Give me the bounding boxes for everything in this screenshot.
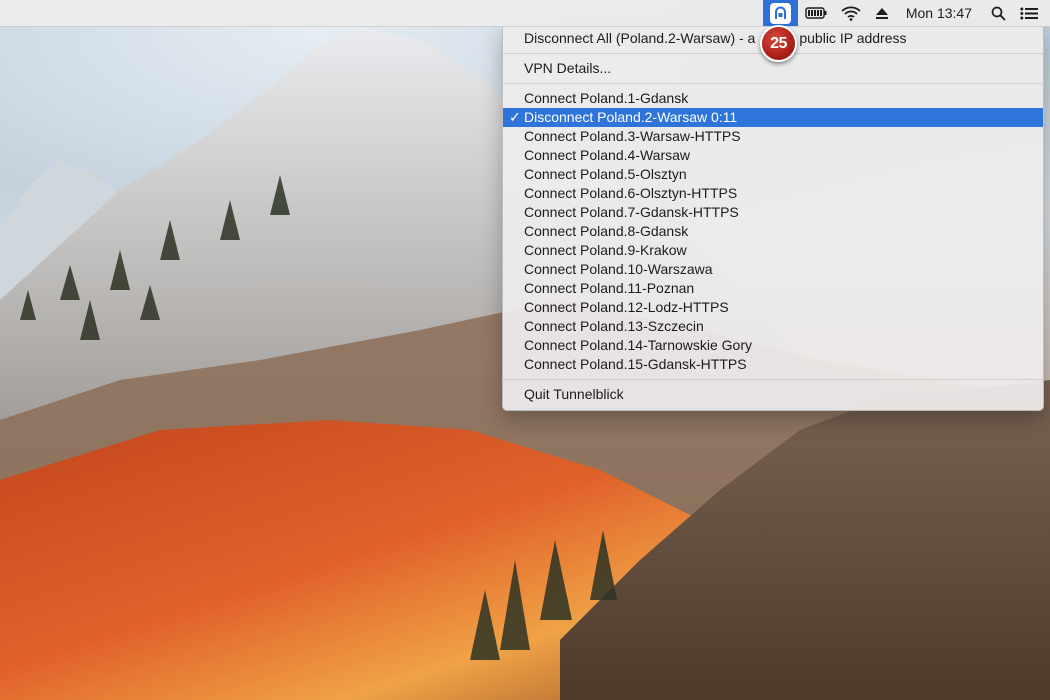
connection-label: Connect Poland.11-Poznan bbox=[524, 280, 695, 296]
menu-separator bbox=[503, 379, 1043, 380]
connection-label: Connect Poland.4-Warsaw bbox=[524, 147, 691, 163]
connection-label: Connect Poland.7-Gdansk-HTTPS bbox=[524, 204, 739, 220]
disconnect-all-label: Disconnect All (Poland.2-Warsaw) - a bbox=[524, 30, 756, 46]
connection-label: Connect Poland.6-Olsztyn-HTTPS bbox=[524, 185, 738, 201]
connection-item[interactable]: Connect Poland.14-Tarnowskie Gory bbox=[503, 336, 1043, 355]
wifi-icon bbox=[841, 6, 861, 21]
connection-item[interactable]: Connect Poland.12-Lodz-HTTPS bbox=[503, 298, 1043, 317]
menu-separator bbox=[503, 83, 1043, 84]
connection-label: Connect Poland.9-Krakow bbox=[524, 242, 687, 258]
connection-item[interactable]: Connect Poland.5-Olsztyn bbox=[503, 165, 1043, 184]
menu-bar: Mon 13:47 bbox=[0, 0, 1050, 27]
eject-menu[interactable] bbox=[868, 0, 896, 26]
battery-icon bbox=[805, 7, 827, 19]
tunnelblick-icon bbox=[769, 2, 791, 24]
spotlight-search-icon bbox=[991, 6, 1006, 21]
connection-label: Connect Poland.13-Szczecin bbox=[524, 318, 704, 334]
tunnelblick-menu-extra[interactable] bbox=[762, 0, 798, 26]
connection-label: Connect Poland.8-Gdansk bbox=[524, 223, 689, 239]
connection-label: Connect Poland.15-Gdansk-HTTPS bbox=[524, 356, 747, 372]
connection-label: Connect Poland.10-Warszawa bbox=[524, 261, 713, 277]
eject-icon bbox=[875, 7, 888, 19]
step-number-badge: 25 bbox=[760, 25, 797, 62]
connection-list: Connect Poland.1-Gdansk ✓ Disconnect Polan… bbox=[503, 89, 1043, 374]
connection-item[interactable]: Connect Poland.15-Gdansk-HTTPS bbox=[503, 355, 1043, 374]
connection-item[interactable]: Connect Poland.6-Olsztyn-HTTPS bbox=[503, 184, 1043, 203]
connection-item[interactable]: Connect Poland.11-Poznan bbox=[503, 279, 1043, 298]
spotlight-button[interactable] bbox=[984, 0, 1013, 26]
connection-item[interactable]: Connect Poland.4-Warsaw bbox=[503, 146, 1043, 165]
checkmark-icon: ✓ bbox=[509, 109, 521, 125]
connection-item[interactable]: Connect Poland.1-Gdansk bbox=[503, 89, 1043, 108]
notification-center-button[interactable] bbox=[1013, 0, 1050, 26]
connection-item[interactable]: Connect Poland.7-Gdansk-HTTPS bbox=[503, 203, 1043, 222]
vpn-details-item[interactable]: VPN Details... bbox=[503, 59, 1043, 78]
connection-item[interactable]: Connect Poland.9-Krakow bbox=[503, 241, 1043, 260]
connection-label: Connect Poland.3-Warsaw-HTTPS bbox=[524, 128, 741, 144]
battery-status[interactable] bbox=[798, 0, 834, 26]
tunnelblick-dropdown-menu: Disconnect All (Poland.2-Warsaw) - a rent… bbox=[502, 26, 1044, 411]
connection-label: Connect Poland.1-Gdansk bbox=[524, 90, 689, 106]
quit-tunnelblick-item[interactable]: Quit Tunnelblick bbox=[503, 385, 1043, 404]
connection-label: Connect Poland.14-Tarnowskie Gory bbox=[524, 337, 753, 353]
wifi-status[interactable] bbox=[834, 0, 868, 26]
connection-item[interactable]: Connect Poland.8-Gdansk bbox=[503, 222, 1043, 241]
connection-item[interactable]: Connect Poland.10-Warszawa bbox=[503, 260, 1043, 279]
connection-item[interactable]: Connect Poland.3-Warsaw-HTTPS bbox=[503, 127, 1043, 146]
connection-label: Disconnect Poland.2-Warsaw 0:11 bbox=[524, 109, 738, 125]
connection-item[interactable]: Connect Poland.13-Szczecin bbox=[503, 317, 1043, 336]
notification-center-icon bbox=[1020, 7, 1038, 19]
menubar-clock[interactable]: Mon 13:47 bbox=[896, 0, 984, 26]
connection-label: Connect Poland.5-Olsztyn bbox=[524, 166, 687, 182]
connection-label: Connect Poland.12-Lodz-HTTPS bbox=[524, 299, 729, 315]
connection-item-active[interactable]: ✓ Disconnect Poland.2-Warsaw 0:11 bbox=[503, 108, 1043, 127]
